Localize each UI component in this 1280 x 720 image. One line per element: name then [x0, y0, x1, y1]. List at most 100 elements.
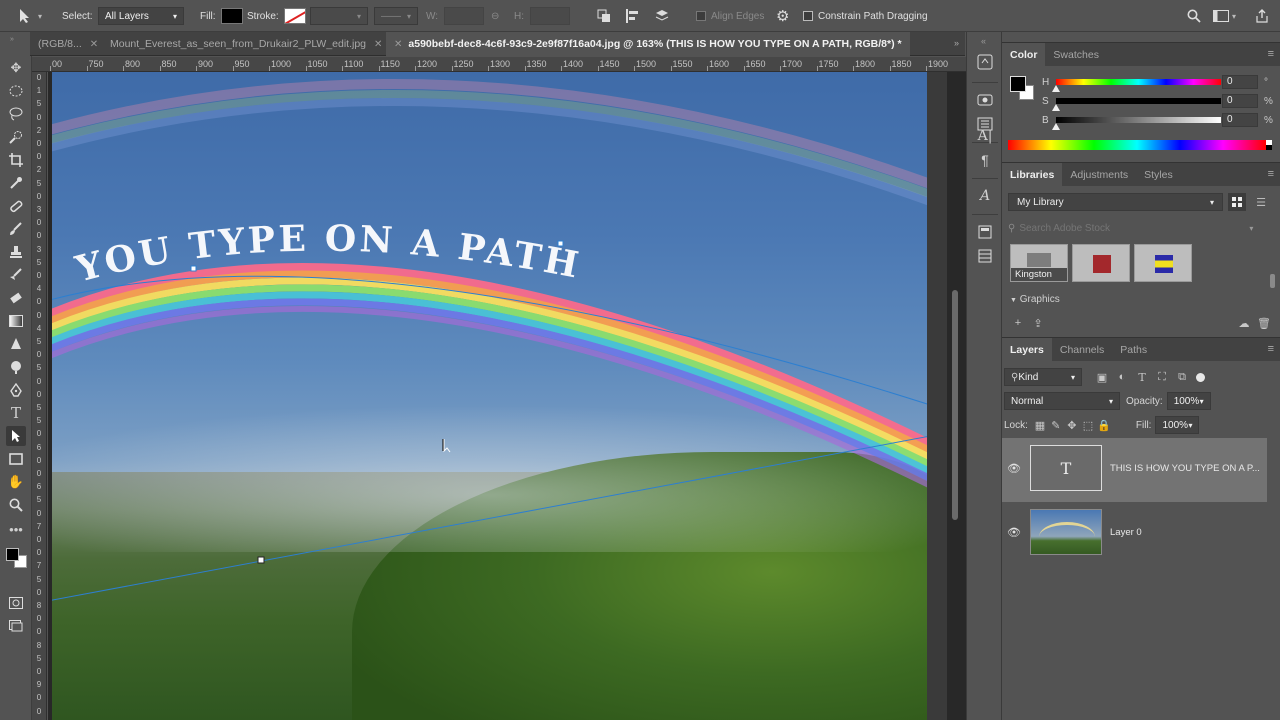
share-icon[interactable]: [1256, 0, 1268, 32]
quick-mask-icon[interactable]: [6, 593, 26, 613]
fill-field[interactable]: 100% ▾: [1155, 416, 1200, 434]
stroke-type-dropdown[interactable]: —— ▾: [374, 7, 418, 25]
width-field[interactable]: [444, 7, 485, 25]
height-field[interactable]: [530, 7, 570, 25]
saturation-track[interactable]: [1052, 98, 1221, 111]
creative-cloud-icon[interactable]: ☁: [1236, 315, 1252, 331]
tab-styles[interactable]: Styles: [1136, 163, 1181, 186]
eraser-tool-icon[interactable]: [6, 288, 26, 308]
library-dropdown[interactable]: My Library ▾: [1008, 193, 1223, 211]
filter-adjustment-icon[interactable]: ◐: [1114, 369, 1130, 385]
lasso-tool-icon[interactable]: [6, 104, 26, 124]
tab-overflow-icon[interactable]: »: [954, 38, 959, 48]
library-item-gradient-swatch[interactable]: [1134, 244, 1192, 282]
eyedropper-tool-icon[interactable]: [6, 173, 26, 193]
collapse-tools-icon[interactable]: »: [10, 36, 14, 43]
foreground-color-swatch[interactable]: [1010, 76, 1026, 92]
glyphs-icon[interactable]: A: [975, 186, 995, 206]
graphics-section-header[interactable]: ▼ Graphics: [1010, 294, 1060, 305]
brush-tool-icon[interactable]: [6, 219, 26, 239]
history-brush-tool-icon[interactable]: [6, 265, 26, 285]
path-alignment-icon[interactable]: [625, 0, 639, 32]
libraries-scrollbar[interactable]: [1270, 274, 1275, 288]
close-icon[interactable]: ✕: [90, 39, 98, 50]
tab-libraries[interactable]: Libraries: [1002, 163, 1063, 186]
marquee-tool-icon[interactable]: [6, 81, 26, 101]
move-tool-icon[interactable]: ✥: [6, 58, 26, 78]
libraries-icon[interactable]: [975, 222, 995, 242]
healing-brush-tool-icon[interactable]: [6, 196, 26, 216]
lock-transparent-icon[interactable]: ▦: [1032, 417, 1048, 433]
vertical-scrollbar[interactable]: [952, 290, 958, 520]
saturation-value-field[interactable]: 0: [1222, 94, 1258, 108]
lock-position-icon[interactable]: ✥: [1064, 417, 1080, 433]
link-icon[interactable]: ⊖: [491, 11, 499, 22]
horizontal-ruler[interactable]: 00 750 800 850 900 950 1000 1050 1100 1150 1200 125…: [32, 57, 966, 72]
saturation-slider[interactable]: S 0 %: [1042, 93, 1278, 111]
foreground-color-swatch[interactable]: [6, 548, 19, 561]
lock-artboard-icon[interactable]: ⬚: [1080, 417, 1096, 433]
panel-menu-icon[interactable]: ≡: [1268, 49, 1274, 60]
color-panel-swatches[interactable]: [1010, 76, 1036, 102]
layer-filter-dropdown[interactable]: ⚲Kind ▾: [1004, 368, 1082, 386]
paragraph-icon[interactable]: ¶: [975, 150, 995, 170]
filter-toggle-icon[interactable]: [1196, 372, 1205, 382]
filter-shape-icon[interactable]: ⛶: [1154, 369, 1170, 385]
stroke-width-field[interactable]: ▾: [310, 7, 368, 25]
clone-stamp-tool-icon[interactable]: [6, 242, 26, 262]
trash-icon[interactable]: 🗑: [1256, 315, 1272, 331]
blur-tool-icon[interactable]: [6, 334, 26, 354]
filter-pixel-icon[interactable]: ▣: [1094, 369, 1110, 385]
grid-view-icon[interactable]: [1228, 193, 1246, 211]
constrain-path-checkbox[interactable]: [803, 11, 813, 21]
color-spectrum-ramp[interactable]: [1008, 140, 1272, 150]
gear-icon[interactable]: ⚙: [776, 0, 789, 32]
tab-document-3[interactable]: ✕ a590bebf-dec8-4c6f-93c9-2e9f87f16a04.j…: [386, 32, 910, 56]
brightness-thumb[interactable]: [1052, 123, 1060, 130]
panel-menu-icon[interactable]: ≡: [1268, 169, 1274, 180]
filter-smart-object-icon[interactable]: ⧉: [1174, 369, 1190, 385]
tab-color[interactable]: Color: [1002, 43, 1046, 66]
properties-icon[interactable]: [975, 90, 995, 110]
stock-search-input[interactable]: [1019, 222, 1250, 234]
layer-name[interactable]: THIS IS HOW YOU TYPE ON A P...: [1110, 463, 1260, 474]
quick-selection-tool-icon[interactable]: [6, 127, 26, 147]
collapse-dock-icon[interactable]: «: [981, 36, 986, 46]
eye-icon[interactable]: 👁: [1002, 526, 1026, 539]
stroke-swatch[interactable]: [283, 8, 306, 24]
upload-icon[interactable]: ⇪: [1030, 315, 1046, 331]
library-item-kingston[interactable]: Kingston: [1010, 244, 1068, 282]
panel-menu-icon[interactable]: ≡: [1268, 344, 1274, 355]
blend-mode-dropdown[interactable]: Normal ▾: [1004, 392, 1120, 410]
chevron-down-icon[interactable]: ▾: [1249, 224, 1253, 233]
lock-pixels-icon[interactable]: ✎: [1048, 417, 1064, 433]
path-selection-tool-icon[interactable]: ▾: [18, 0, 42, 32]
tab-adjustments[interactable]: Adjustments: [1062, 163, 1136, 186]
channels-icon[interactable]: [975, 246, 995, 266]
path-selection-tool-icon[interactable]: [6, 426, 26, 446]
layer-row-image[interactable]: 👁 Layer 0: [1002, 505, 1267, 559]
add-icon[interactable]: +: [1010, 315, 1026, 331]
tab-swatches[interactable]: Swatches: [1045, 43, 1107, 66]
rectangle-tool-icon[interactable]: [6, 449, 26, 469]
pen-tool-icon[interactable]: [6, 380, 26, 400]
layer-row-type[interactable]: 👁 T THIS IS HOW YOU TYPE ON A P...: [1002, 441, 1267, 495]
screen-mode-icon[interactable]: [6, 616, 26, 636]
hue-value-field[interactable]: 0: [1222, 75, 1258, 89]
vertical-ruler[interactable]: 0 1 5 0 2 0 0 2 5 0 3 0 0 3 5 0 4 0 0 4 5 0 5 0 0 5 5 0 6 0 0 6 5 0 7 0 0 7 5 0…: [32, 72, 47, 720]
search-icon[interactable]: [1187, 0, 1201, 32]
workspace-icon[interactable]: ▾: [1213, 0, 1236, 32]
gradient-tool-icon[interactable]: [6, 311, 26, 331]
history-icon[interactable]: [975, 52, 995, 72]
close-icon[interactable]: ✕: [374, 39, 382, 50]
hue-thumb[interactable]: [1052, 85, 1060, 92]
layer-name[interactable]: Layer 0: [1110, 527, 1260, 538]
hue-track[interactable]: [1052, 79, 1221, 92]
eye-icon[interactable]: 👁: [1002, 462, 1026, 475]
fill-swatch[interactable]: [220, 8, 243, 24]
lock-all-icon[interactable]: 🔒: [1096, 417, 1112, 433]
dodge-tool-icon[interactable]: [6, 357, 26, 377]
zoom-tool-icon[interactable]: [6, 495, 26, 515]
hue-slider[interactable]: H 0 °: [1042, 74, 1278, 92]
brightness-value-field[interactable]: 0: [1222, 113, 1258, 127]
